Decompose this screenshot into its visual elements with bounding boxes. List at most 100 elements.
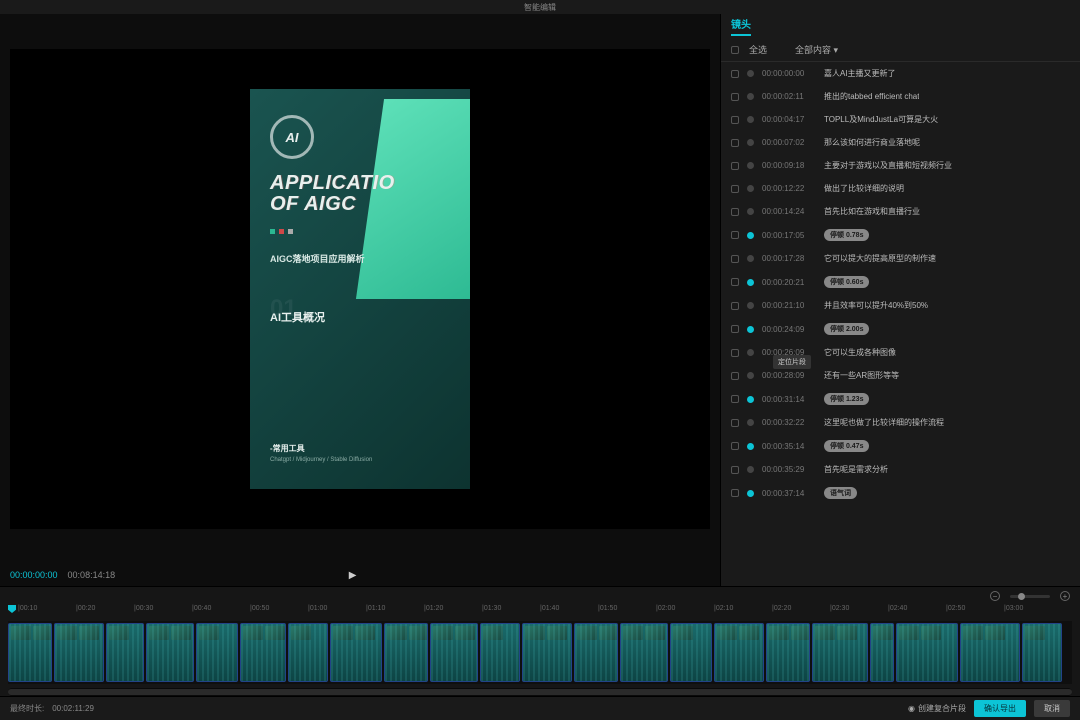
zoom-out-button[interactable]: − bbox=[990, 591, 1000, 601]
timeline-clip[interactable] bbox=[896, 623, 958, 682]
entry-checkbox[interactable] bbox=[731, 116, 739, 124]
status-dot bbox=[747, 490, 754, 497]
entry-text: 推出的tabbed efficient chat bbox=[824, 91, 919, 102]
zoom-slider[interactable] bbox=[1010, 595, 1050, 598]
entry-text: 做出了比较详细的说明 bbox=[824, 183, 904, 194]
tooltip: 定位片段 bbox=[773, 355, 811, 369]
segment-entry[interactable]: 00:00:07:02 那么该如何进行商业落地呢 bbox=[721, 131, 1080, 154]
status-dot bbox=[747, 326, 754, 333]
entry-timecode: 00:00:17:05 bbox=[762, 231, 816, 240]
timeline-clip[interactable] bbox=[384, 623, 428, 682]
entry-checkbox[interactable] bbox=[731, 278, 739, 286]
play-button[interactable]: ▶ bbox=[349, 570, 357, 581]
segment-entry[interactable]: 00:00:17:28 它可以提大的提高原型的制作速 bbox=[721, 247, 1080, 270]
ruler-tick: |02:50 bbox=[946, 605, 965, 612]
timeline-clip[interactable] bbox=[870, 623, 894, 682]
timeline-clip[interactable] bbox=[330, 623, 382, 682]
timeline-clip[interactable] bbox=[430, 623, 478, 682]
status-dot bbox=[747, 139, 754, 146]
playhead[interactable] bbox=[8, 605, 16, 613]
slide-title: APPLICATIO OF AIGC bbox=[270, 173, 450, 215]
entry-checkbox[interactable] bbox=[731, 162, 739, 170]
zoom-in-button[interactable]: + bbox=[1060, 591, 1070, 601]
segment-entry[interactable]: 00:00:24:09停顿 2.00s bbox=[721, 317, 1080, 341]
entries-list[interactable]: 00:00:00:00嘉人AI主播又更新了00:00:02:11推出的tabbe… bbox=[721, 62, 1080, 586]
entry-checkbox[interactable] bbox=[731, 185, 739, 193]
entry-checkbox[interactable] bbox=[731, 489, 739, 497]
preview-pane: AI APPLICATIO OF AIGC AIGC落地项目应用解析 01 AI… bbox=[0, 14, 720, 586]
segment-entry[interactable]: 00:00:02:11推出的tabbed efficient chat bbox=[721, 85, 1080, 108]
entry-checkbox[interactable] bbox=[731, 349, 739, 357]
timeline-clip[interactable] bbox=[480, 623, 520, 682]
entry-checkbox[interactable] bbox=[731, 139, 739, 147]
timecode-current: 00:00:00:00 bbox=[10, 570, 58, 580]
timeline-track[interactable]: VID_20230410_190854.mp4 00:03:4.15 bbox=[8, 621, 1072, 684]
timeline-clip[interactable] bbox=[766, 623, 810, 682]
segment-entry[interactable]: 00:00:35:14停顿 0.47s bbox=[721, 434, 1080, 458]
entry-checkbox[interactable] bbox=[731, 466, 739, 474]
select-all-checkbox[interactable] bbox=[731, 46, 739, 54]
segment-entry[interactable]: 00:00:04:17TOPLL及MindJustLa可算是大火 bbox=[721, 108, 1080, 131]
timeline-clip[interactable] bbox=[8, 623, 52, 682]
entry-checkbox[interactable] bbox=[731, 231, 739, 239]
segment-entry[interactable]: 00:00:35:29首先呢是需求分析 bbox=[721, 458, 1080, 481]
ruler-tick: |02:00 bbox=[656, 605, 675, 612]
entry-checkbox[interactable] bbox=[731, 395, 739, 403]
segment-entry[interactable]: 00:00:21:10并且效率可以提升40%到50% bbox=[721, 294, 1080, 317]
segment-entry[interactable]: 00:00:32:22这里呢也做了比较详细的操作流程 bbox=[721, 411, 1080, 434]
entry-checkbox[interactable] bbox=[731, 208, 739, 216]
entry-text: 那么该如何进行商业落地呢 bbox=[824, 137, 920, 148]
segment-entry[interactable]: 00:00:37:14语气词 bbox=[721, 481, 1080, 505]
timeline-clip[interactable] bbox=[288, 623, 328, 682]
entry-timecode: 00:00:04:17 bbox=[762, 115, 816, 124]
ruler-tick: |01:40 bbox=[540, 605, 559, 612]
timeline-clip[interactable] bbox=[960, 623, 1020, 682]
segment-entry[interactable]: 00:00:12:22做出了比较详细的说明 bbox=[721, 177, 1080, 200]
entry-text: 它可以提大的提高原型的制作速 bbox=[824, 253, 936, 264]
timeline-clip[interactable] bbox=[196, 623, 238, 682]
pause-pill: 停顿 1.23s bbox=[824, 393, 869, 405]
segment-entry[interactable]: 00:00:14:24首先比如在游戏和直播行业 bbox=[721, 200, 1080, 223]
timeline-clip[interactable] bbox=[670, 623, 712, 682]
final-duration-value: 00:02:11:29 bbox=[52, 704, 94, 713]
ruler-tick: |00:30 bbox=[134, 605, 153, 612]
entry-checkbox[interactable] bbox=[731, 93, 739, 101]
entry-checkbox[interactable] bbox=[731, 325, 739, 333]
timeline-clip[interactable] bbox=[106, 623, 144, 682]
entry-timecode: 00:00:07:02 bbox=[762, 138, 816, 147]
segment-entry[interactable]: 00:00:17:05停顿 0.78s bbox=[721, 223, 1080, 247]
entry-checkbox[interactable] bbox=[731, 70, 739, 78]
video-canvas[interactable]: AI APPLICATIO OF AIGC AIGC落地项目应用解析 01 AI… bbox=[10, 49, 710, 529]
entry-checkbox[interactable] bbox=[731, 302, 739, 310]
filter-dropdown[interactable]: 全部内容 ▾ bbox=[795, 43, 838, 56]
segment-entry[interactable]: 00:00:00:00嘉人AI主播又更新了 bbox=[721, 62, 1080, 85]
timeline-clip[interactable] bbox=[146, 623, 194, 682]
entry-timecode: 00:00:17:28 bbox=[762, 254, 816, 263]
entry-checkbox[interactable] bbox=[731, 372, 739, 380]
timeline-clip[interactable] bbox=[620, 623, 668, 682]
segment-entry[interactable]: 00:00:28:09还有一些AR图形等等定位片段 bbox=[721, 364, 1080, 387]
timeline-clip[interactable] bbox=[54, 623, 104, 682]
entry-text: 嘉人AI主播又更新了 bbox=[824, 68, 896, 79]
pause-pill: 停顿 0.60s bbox=[824, 276, 869, 288]
confirm-export-button[interactable]: 确认导出 bbox=[974, 700, 1026, 717]
segment-entry[interactable]: 00:00:20:21停顿 0.60s bbox=[721, 270, 1080, 294]
timeline-ruler[interactable]: |00:10|00:20|00:30|00:40|00:50|01:00|01:… bbox=[0, 605, 1080, 619]
status-dot bbox=[747, 162, 754, 169]
timeline-clip[interactable] bbox=[714, 623, 764, 682]
timeline-clip[interactable] bbox=[574, 623, 618, 682]
timeline-clip[interactable] bbox=[522, 623, 572, 682]
timeline-clip[interactable] bbox=[1022, 623, 1062, 682]
entry-checkbox[interactable] bbox=[731, 419, 739, 427]
entry-checkbox[interactable] bbox=[731, 255, 739, 263]
footer-title: -常用工具 bbox=[270, 443, 372, 454]
entry-checkbox[interactable] bbox=[731, 442, 739, 450]
tab-segments[interactable]: 镜头 bbox=[731, 16, 751, 36]
timeline-clip[interactable] bbox=[812, 623, 868, 682]
timeline-scrollbar[interactable] bbox=[8, 688, 1072, 696]
timeline-clip[interactable] bbox=[240, 623, 286, 682]
compound-clip-option[interactable]: ◉ 创建复合片段 bbox=[908, 703, 966, 714]
segment-entry[interactable]: 00:00:31:14停顿 1.23s bbox=[721, 387, 1080, 411]
segment-entry[interactable]: 00:00:09:18主要对于游戏以及直播和短视频行业 bbox=[721, 154, 1080, 177]
cancel-button[interactable]: 取消 bbox=[1034, 700, 1070, 717]
